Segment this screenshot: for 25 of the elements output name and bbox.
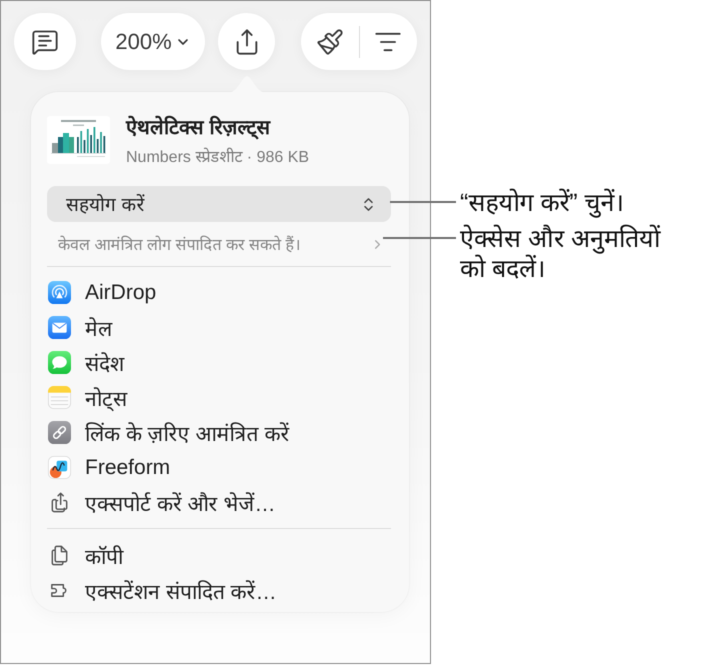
envelope-icon — [48, 316, 71, 339]
spreadsheet-thumbnail-icon — [47, 116, 110, 164]
file-title: ऐथलेटिक्स रिज़ल्ट्स — [126, 114, 272, 140]
link-icon — [48, 421, 71, 444]
share-option[interactable]: AirDrop — [47, 275, 391, 310]
share-option[interactable]: मेल — [47, 310, 391, 345]
comment-icon — [31, 28, 59, 56]
file-details: Numbers स्प्रेडशीट · 986 KB — [126, 146, 310, 167]
speech-bubble-icon — [48, 351, 71, 374]
leader-line — [390, 201, 456, 203]
share-option[interactable]: एक्सपोर्ट करें और भेजें… — [47, 485, 391, 520]
callout-text: “सहयोग करें” चुनें। — [460, 188, 625, 218]
zoom-button[interactable]: 200% — [101, 13, 205, 70]
radar-waves-icon — [48, 281, 71, 304]
share-option[interactable]: संदेश — [47, 345, 391, 380]
collaboration-dropdown[interactable]: सहयोग करें — [47, 186, 391, 222]
scribble-icon — [48, 456, 71, 479]
menu-item[interactable]: एक्सटेंशन संपादित करें… — [47, 573, 391, 608]
callout-text: ऐक्सेस और अनुमतियों को बदलें। — [460, 224, 662, 284]
paintbrush-icon — [316, 28, 344, 56]
menu-item[interactable]: कॉपी — [47, 538, 391, 573]
notepad-icon — [48, 386, 71, 409]
share-option[interactable]: लिंक के ज़रिए आमंत्रित करें — [47, 415, 391, 450]
share-option[interactable]: नोट्स — [47, 380, 391, 415]
share-option[interactable]: Freeform — [47, 450, 391, 485]
